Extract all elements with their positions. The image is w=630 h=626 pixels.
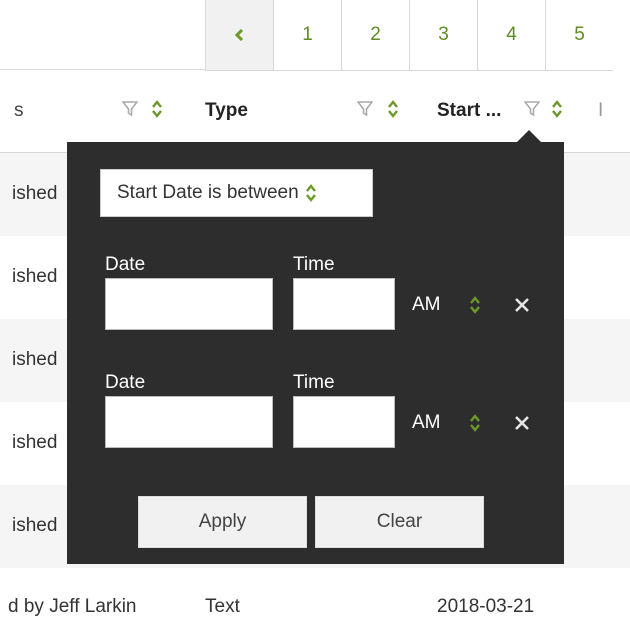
select-arrows-icon — [305, 184, 316, 202]
filter-icon[interactable] — [524, 100, 540, 118]
to-ampm-value[interactable]: AM — [412, 412, 441, 434]
close-icon[interactable] — [513, 414, 531, 432]
sort-icon[interactable] — [551, 99, 563, 119]
table-row[interactable]: d by Jeff Larkin Text 2018-03-21 — [0, 568, 630, 626]
pagination-page-4[interactable]: 4 — [477, 0, 545, 70]
filter-condition-value: Start Date is between — [117, 182, 299, 203]
pagination-page-5[interactable]: 5 — [545, 0, 613, 70]
status-cell: ished — [12, 183, 58, 204]
pagination-page-2[interactable]: 2 — [341, 0, 409, 70]
status-cell: ished — [12, 515, 58, 536]
pagination-page-3[interactable]: 3 — [409, 0, 477, 70]
to-time-label: Time — [293, 372, 335, 393]
column-header-status[interactable]: s — [14, 100, 24, 122]
from-time-label: Time — [293, 254, 335, 275]
filter-condition-select[interactable]: Start Date is between — [100, 169, 373, 217]
close-icon[interactable] — [513, 296, 531, 314]
from-date-label: Date — [105, 254, 146, 275]
ampm-toggle-icon[interactable] — [469, 413, 481, 433]
name-cell: d by Jeff Larkin — [8, 596, 137, 617]
clear-button[interactable]: Clear — [315, 496, 484, 548]
status-cell: ished — [12, 349, 58, 370]
pagination-page-1[interactable]: 1 — [273, 0, 341, 70]
to-date-label: Date — [105, 372, 146, 393]
sort-icon[interactable] — [151, 99, 163, 119]
from-ampm-value[interactable]: AM — [412, 294, 441, 316]
type-cell: Text — [205, 596, 240, 617]
pagination: 1 2 3 4 5 — [205, 0, 613, 71]
to-date-input[interactable] — [105, 396, 273, 448]
filter-icon[interactable] — [122, 100, 138, 118]
column-header-start[interactable]: Start ... — [437, 100, 501, 122]
column-header-type[interactable]: Type — [205, 100, 248, 122]
status-cell: ished — [12, 432, 58, 453]
pagination-prev-button[interactable] — [205, 0, 273, 70]
apply-button[interactable]: Apply — [138, 496, 307, 548]
from-time-input[interactable] — [293, 278, 395, 330]
from-date-input[interactable] — [105, 278, 273, 330]
chevron-left-icon — [234, 29, 243, 41]
filter-icon[interactable] — [357, 100, 373, 118]
column-header-next[interactable]: I — [598, 100, 603, 122]
to-time-input[interactable] — [293, 396, 395, 448]
sort-icon[interactable] — [387, 99, 399, 119]
ampm-toggle-icon[interactable] — [469, 295, 481, 315]
status-cell: ished — [12, 266, 58, 287]
start-cell: 2018-03-21 — [437, 596, 535, 617]
